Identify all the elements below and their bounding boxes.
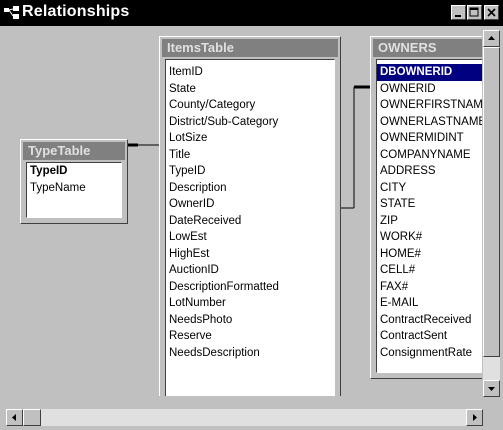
relationships-window: Relationships TypeTable TypeID TypeName … [0,0,503,430]
title-bar[interactable]: Relationships [0,0,503,26]
field-fax[interactable]: FAX# [377,279,482,296]
minimize-button[interactable] [451,5,466,20]
field-ownerfirstname[interactable]: OWNERFIRSTNAME [377,97,482,114]
scroll-down-button[interactable] [483,380,500,397]
arrow-down-icon [488,387,495,391]
restore-icon [469,7,479,17]
relationships-window-icon[interactable] [4,6,20,20]
minimize-icon [455,15,461,17]
field-contractreceived[interactable]: ContractReceived [377,312,482,329]
arrow-left-icon [12,414,16,421]
field-zip[interactable]: ZIP [377,213,482,230]
items-table-field-list[interactable]: ItemID State County/Category District/Su… [165,59,335,396]
restore-button[interactable] [467,5,482,20]
field-typename[interactable]: TypeName [27,180,121,197]
field-needsphoto[interactable]: NeedsPhoto [166,312,334,329]
field-needsdescription[interactable]: NeedsDescription [166,345,334,362]
size-grip[interactable] [483,409,500,426]
window-title: Relationships [22,3,130,20]
vertical-scroll-thumb[interactable] [483,47,500,357]
scroll-up-button[interactable] [483,30,500,47]
close-button[interactable] [484,5,499,20]
field-cell-phone[interactable]: CELL# [377,262,482,279]
relationship-line-ownerid[interactable] [338,85,371,209]
field-ownerlastname[interactable]: OWNERLASTNAME [377,114,482,131]
type-table-title[interactable]: TypeTable [23,142,125,160]
field-consignmentrate[interactable]: ConsignmentRate [377,345,482,362]
owners-table-field-list[interactable]: DBOWNERID OWNERID OWNERFIRSTNAME OWNERLA… [376,59,482,373]
field-typeid[interactable]: TypeID [27,163,121,180]
items-table-title[interactable]: ItemsTable [162,39,338,57]
close-icon [487,8,496,17]
field-descriptionformatted[interactable]: DescriptionFormatted [166,279,334,296]
type-table-field-list[interactable]: TypeID TypeName [26,162,122,218]
field-city[interactable]: CITY [377,180,482,197]
field-highest[interactable]: HighEst [166,246,334,263]
owners-table-title[interactable]: OWNERS [373,39,482,57]
field-state[interactable]: STATE [377,196,482,213]
scroll-right-button[interactable] [466,409,483,426]
field-ownerid[interactable]: OWNERID [377,81,482,98]
field-lotsize[interactable]: LotSize [166,130,334,147]
field-itemid[interactable]: ItemID [166,64,334,81]
horizontal-scrollbar[interactable] [6,409,483,426]
arrow-up-icon [488,36,495,40]
vertical-scrollbar[interactable] [483,30,500,397]
field-description[interactable]: Description [166,180,334,197]
field-county-category[interactable]: County/Category [166,97,334,114]
field-companyname[interactable]: COMPANYNAME [377,147,482,164]
type-table[interactable]: TypeTable TypeID TypeName [20,139,128,224]
arrow-right-icon [473,414,477,421]
field-dbownerid[interactable]: DBOWNERID [377,64,482,81]
field-contractsent[interactable]: ContractSent [377,328,482,345]
field-ownerid[interactable]: OwnerID [166,196,334,213]
field-typeid[interactable]: TypeID [166,163,334,180]
scroll-left-button[interactable] [6,409,23,426]
owners-table[interactable]: OWNERS DBOWNERID OWNERID OWNERFIRSTNAME … [370,36,482,379]
field-ownermidint[interactable]: OWNERMIDINT [377,130,482,147]
field-work-phone[interactable]: WORK# [377,229,482,246]
field-email[interactable]: E-MAIL [377,295,482,312]
field-state[interactable]: State [166,81,334,98]
field-lotnumber[interactable]: LotNumber [166,295,334,312]
horizontal-scroll-thumb[interactable] [23,409,41,426]
field-auctionid[interactable]: AuctionID [166,262,334,279]
field-district-sub-category[interactable]: District/Sub-Category [166,114,334,131]
field-title[interactable]: Title [166,147,334,164]
field-lowest[interactable]: LowEst [166,229,334,246]
relationships-canvas[interactable]: TypeTable TypeID TypeName ItemsTable Ite… [6,28,482,396]
field-reserve[interactable]: Reserve [166,328,334,345]
field-address[interactable]: ADDRESS [377,163,482,180]
field-home-phone[interactable]: HOME# [377,246,482,263]
field-datereceived[interactable]: DateReceived [166,213,334,230]
items-table[interactable]: ItemsTable ItemID State County/Category … [159,36,341,396]
